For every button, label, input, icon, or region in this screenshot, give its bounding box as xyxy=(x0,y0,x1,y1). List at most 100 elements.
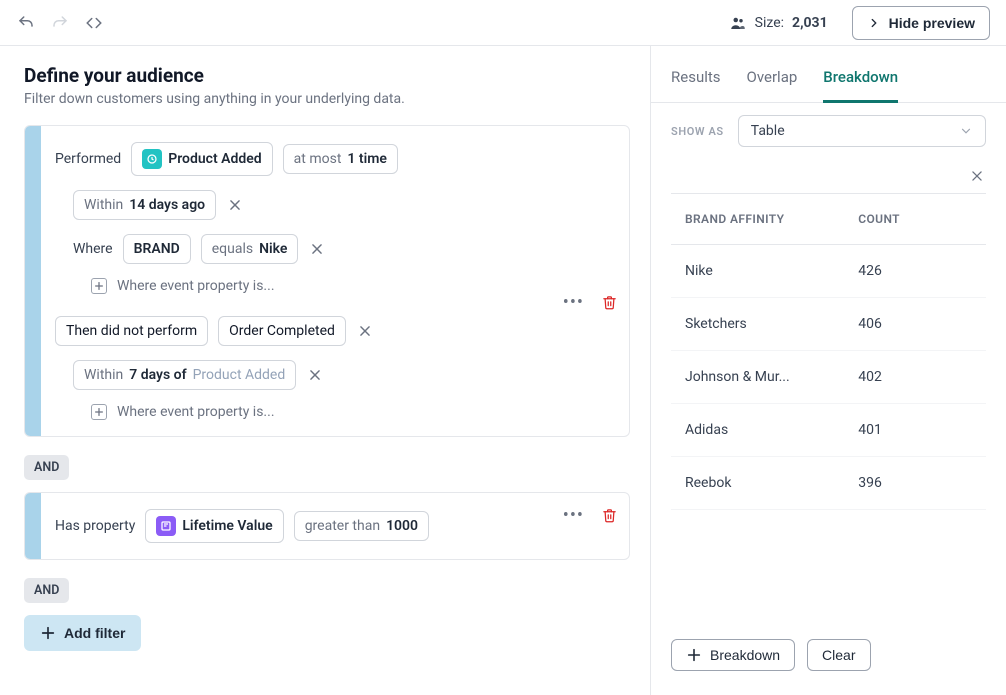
equals-value: Nike xyxy=(259,241,287,257)
cell-brand: Johnson & Mur... xyxy=(671,351,844,404)
gt-value: 1000 xyxy=(386,518,418,534)
equals-prefix: equals xyxy=(212,241,253,257)
top-bar: Size: 2,031 Hide preview xyxy=(0,0,1006,46)
frequency-prefix: at most xyxy=(294,151,342,167)
table-row: Reebok 396 xyxy=(671,457,986,510)
more-menu-button[interactable]: ••• xyxy=(563,505,584,526)
more-menu-button[interactable]: ••• xyxy=(563,292,584,313)
undo-button[interactable] xyxy=(16,13,36,33)
remove-where-clause[interactable] xyxy=(308,240,326,258)
add-event-property-2[interactable]: Where event property is... xyxy=(91,404,615,420)
show-as-value: Table xyxy=(751,123,785,139)
then-not-label: Then did not perform xyxy=(66,323,197,339)
table-row: Sketchers 406 xyxy=(671,298,986,351)
cell-count: 426 xyxy=(844,245,986,298)
close-breakdown-button[interactable] xyxy=(968,167,986,185)
table-row: Adidas 401 xyxy=(671,404,986,457)
ltv-label: Lifetime Value xyxy=(182,518,272,534)
remove-funnel-time-window[interactable] xyxy=(306,366,324,384)
has-property-row: Has property Lifetime Value greater than… xyxy=(55,509,615,543)
has-property-label: Has property xyxy=(55,518,135,534)
property-chip-brand[interactable]: BRAND xyxy=(123,234,191,264)
where-label: Where xyxy=(73,241,113,257)
operator-chip-gt[interactable]: greater than 1000 xyxy=(294,511,429,541)
tab-breakdown[interactable]: Breakdown xyxy=(823,68,898,103)
property-icon xyxy=(156,516,176,536)
toolbar-left xyxy=(16,13,104,33)
brand-label: BRAND xyxy=(134,241,180,257)
group-actions-2: ••• xyxy=(563,505,617,526)
property-chip-ltv[interactable]: Lifetime Value xyxy=(145,509,283,543)
funnel-within-value: 7 days of xyxy=(129,367,186,383)
funnel-time-window-chip[interactable]: Within 7 days of Product Added xyxy=(73,360,296,390)
th-brand-affinity: BRAND AFFINITY xyxy=(671,194,844,245)
frequency-value: 1 time xyxy=(347,151,387,167)
audience-size: Size: 2,031 xyxy=(729,14,828,32)
breakdown-table: BRAND AFFINITY COUNT Nike 426 Sketchers … xyxy=(671,193,986,510)
table-row: Nike 426 xyxy=(671,245,986,298)
event-name: Product Added xyxy=(168,151,261,167)
then-did-not-perform-chip[interactable]: Then did not perform xyxy=(55,316,208,346)
group-actions-1: ••• xyxy=(563,292,617,313)
event-icon xyxy=(142,149,162,169)
code-toggle-button[interactable] xyxy=(84,13,104,33)
show-as-select[interactable]: Table xyxy=(738,115,986,147)
people-icon xyxy=(729,14,747,32)
within-value: 14 days ago xyxy=(129,197,205,213)
funnel-ref-event: Product Added xyxy=(193,367,286,383)
breakdown-button[interactable]: Breakdown xyxy=(671,639,795,671)
delete-button[interactable] xyxy=(602,508,617,523)
cell-brand: Reebok xyxy=(671,457,844,510)
funnel-within-row: Within 7 days of Product Added xyxy=(73,360,615,390)
clear-label: Clear xyxy=(822,647,855,663)
plus-square-icon xyxy=(91,404,107,420)
table-row: Johnson & Mur... 402 xyxy=(671,351,986,404)
frequency-chip[interactable]: at most 1 time xyxy=(283,144,398,174)
and-connector-1[interactable]: AND xyxy=(24,455,69,480)
performed-row: Performed Product Added at most 1 time xyxy=(55,142,615,176)
plus-square-icon xyxy=(91,278,107,294)
hide-preview-button[interactable]: Hide preview xyxy=(852,6,990,40)
hide-preview-label: Hide preview xyxy=(889,15,975,31)
group-stripe xyxy=(25,126,41,436)
within-row: Within 14 days ago xyxy=(73,190,615,220)
cell-brand: Adidas xyxy=(671,404,844,457)
add-event-property-label-2: Where event property is... xyxy=(117,404,275,420)
where-row: Where BRAND equals Nike xyxy=(73,234,615,264)
filter-group-1: Performed Product Added at most 1 time W… xyxy=(24,125,630,437)
preview-panel: Results Overlap Breakdown SHOW AS Table … xyxy=(650,46,1006,695)
add-event-property-1[interactable]: Where event property is... xyxy=(91,278,615,294)
remove-time-window[interactable] xyxy=(226,196,244,214)
event-chip-product-added[interactable]: Product Added xyxy=(131,142,272,176)
chevron-right-icon xyxy=(867,16,881,30)
cell-count: 402 xyxy=(844,351,986,404)
event-chip-order-completed[interactable]: Order Completed xyxy=(218,316,346,346)
and-connector-2[interactable]: AND xyxy=(24,578,69,603)
chevron-down-icon xyxy=(959,124,973,138)
tab-results[interactable]: Results xyxy=(671,68,721,102)
remove-funnel-step[interactable] xyxy=(356,322,374,340)
redo-button[interactable] xyxy=(50,13,70,33)
preview-tabs: Results Overlap Breakdown xyxy=(651,46,1006,103)
time-window-chip[interactable]: Within 14 days ago xyxy=(73,190,216,220)
cell-count: 396 xyxy=(844,457,986,510)
plus-icon xyxy=(40,625,56,641)
group-stripe xyxy=(25,493,41,559)
performed-label: Performed xyxy=(55,151,121,167)
add-filter-button[interactable]: Add filter xyxy=(24,615,141,651)
tab-overlap[interactable]: Overlap xyxy=(747,68,798,102)
delete-button[interactable] xyxy=(602,295,617,310)
filter-group-2: Has property Lifetime Value greater than… xyxy=(24,492,630,560)
page-title: Define your audience xyxy=(24,64,630,87)
show-as-label: SHOW AS xyxy=(671,125,724,138)
size-value: 2,031 xyxy=(792,15,828,31)
within-prefix: Within xyxy=(84,197,123,213)
operator-chip-equals[interactable]: equals Nike xyxy=(201,234,299,264)
cell-brand: Nike xyxy=(671,245,844,298)
page-subtitle: Filter down customers using anything in … xyxy=(24,91,630,107)
plus-icon xyxy=(686,647,702,663)
gt-prefix: greater than xyxy=(305,518,380,534)
clear-button[interactable]: Clear xyxy=(807,639,870,671)
cell-count: 401 xyxy=(844,404,986,457)
add-filter-label: Add filter xyxy=(64,625,125,641)
